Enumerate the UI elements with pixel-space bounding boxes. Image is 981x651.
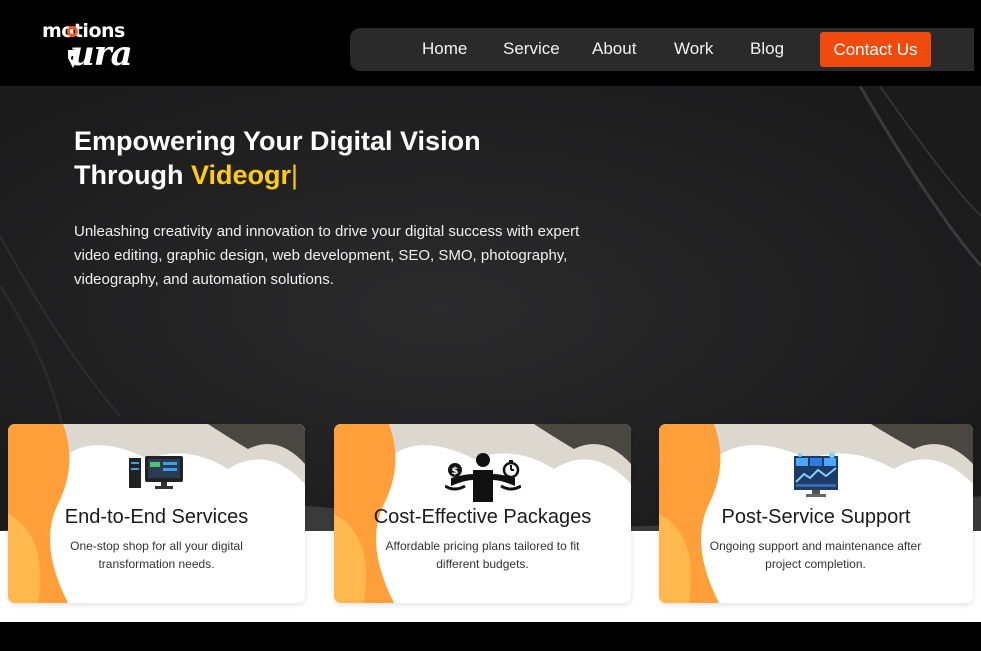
page: motions ura Home Service About Work Blog… [0, 0, 981, 651]
site-header: motions ura Home Service About Work Blog… [0, 0, 981, 86]
service-card-cost-effective[interactable]: $ Cost-Effective Packages Affordable pri… [334, 424, 631, 603]
nav-home[interactable]: Home [422, 39, 467, 59]
dashboard-screen-icon [794, 452, 838, 497]
hero-heading: Empowering Your Digital Vision Through V… [74, 124, 594, 192]
hero-heading-prefix: Through [74, 160, 191, 190]
nav-blog[interactable]: Blog [750, 39, 784, 59]
card-title: Post-Service Support [721, 506, 911, 528]
contact-us-button[interactable]: Contact Us [820, 32, 931, 67]
card-description: One-stop shop for all your digital trans… [70, 539, 243, 571]
card-description: Affordable pricing plans tailored to fit… [385, 539, 580, 571]
nav-work[interactable]: Work [674, 39, 713, 59]
svg-text:$: $ [451, 466, 458, 477]
nav-service[interactable]: Service [503, 39, 560, 59]
hero-typed-word: Videogr [190, 160, 291, 190]
card-title: End-to-End Services [64, 506, 249, 528]
hero-heading-line2: Through Videogr| [74, 158, 594, 192]
hero-heading-line1: Empowering Your Digital Vision [74, 126, 481, 156]
computer-setup-icon [128, 456, 183, 489]
nav-about[interactable]: About [592, 39, 636, 59]
next-section-dark [0, 622, 981, 651]
typing-cursor: | [291, 160, 299, 190]
card-title: Cost-Effective Packages [373, 506, 592, 528]
service-card-post-service[interactable]: Post-Service Support Ongoing support and… [659, 424, 973, 603]
main-navigation: Home Service About Work Blog Contact Us [350, 28, 974, 71]
hero-description: Unleashing creativity and innovation to … [74, 223, 580, 288]
service-card-end-to-end[interactable]: End-to-End Services One-stop shop for al… [8, 424, 305, 603]
logo-text-bottom: ura [70, 34, 133, 74]
site-logo[interactable]: motions ura [40, 20, 150, 76]
card-description: Ongoing support and maintenance after pr… [709, 539, 922, 571]
balance-money-time-icon: $ [444, 453, 521, 502]
